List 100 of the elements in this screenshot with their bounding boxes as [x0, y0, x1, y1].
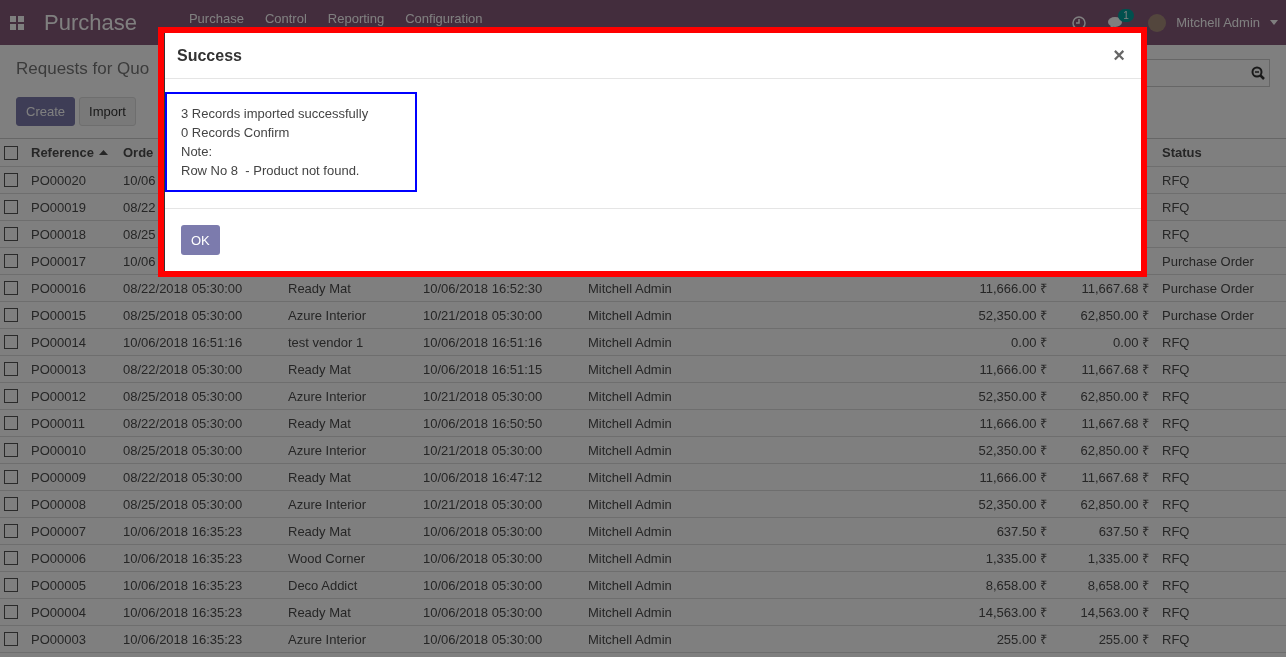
close-button[interactable]: × [1109, 44, 1129, 67]
menu-item[interactable]: Configuration [405, 12, 483, 26]
table-cell-text: 10/06 [122, 172, 157, 188]
table-cell-text: 10/06/2018 16:35:23 [122, 523, 244, 539]
table-cell-text: PO00013 [30, 361, 87, 377]
table-cell-text: PO00018 [30, 226, 87, 242]
row-checkbox[interactable] [4, 389, 18, 403]
select-all-checkbox[interactable] [4, 145, 18, 160]
table-cell-text: 10/21/2018 05:30:00 [422, 388, 544, 404]
menu-item[interactable]: Control [264, 12, 307, 26]
row-checkbox[interactable] [4, 362, 18, 376]
table-cell-text: Mitchell Admin [587, 469, 673, 485]
table-cell-text: 0.00 ₹ [1112, 334, 1150, 351]
table-cell-text: PO00003 [30, 631, 87, 647]
table-cell-text: Wood Corner [287, 550, 367, 566]
table-cell-text: RFQ [1161, 226, 1191, 242]
table-cell-text: Mitchell Admin [587, 280, 673, 296]
message-line: Note: [181, 143, 214, 161]
table-cell-text: 10/06/2018 16:51:16 [122, 334, 244, 350]
table-cell-text: RFQ [1161, 469, 1191, 485]
row-checkbox[interactable] [4, 443, 18, 457]
avatar [1148, 13, 1167, 32]
row-checkbox[interactable] [4, 524, 18, 538]
table-cell-text: Mitchell Admin [587, 388, 673, 404]
message-count-badge: 1 [1118, 8, 1134, 22]
app-title: Purchase [44, 9, 137, 36]
table-cell-text: RFQ [1161, 631, 1191, 647]
table-cell-text: Mitchell Admin [587, 442, 673, 458]
table-cell-text: PO00016 [30, 280, 87, 296]
row-checkbox[interactable] [4, 416, 18, 430]
sort-ascending-icon [98, 150, 108, 155]
clock-icon[interactable] [1072, 15, 1087, 30]
table-cell-text: 8,658.00 ₹ [984, 577, 1048, 594]
row-checkbox[interactable] [4, 173, 18, 187]
import-button[interactable]: Import [79, 97, 136, 126]
table-cell-text: RFQ [1161, 334, 1191, 350]
table-cell-text: 52,350.00 ₹ [977, 388, 1048, 405]
row-checkbox[interactable] [4, 551, 18, 565]
table-cell-text: 637.50 ₹ [1097, 523, 1150, 540]
table-cell-text: PO00014 [30, 334, 87, 350]
table-cell-text: 10/21/2018 05:30:00 [422, 496, 544, 512]
menu-item[interactable]: Reporting [327, 12, 385, 26]
table-cell-text: 10/21/2018 05:30:00 [422, 442, 544, 458]
chat-icon[interactable] [1108, 15, 1123, 30]
search-icon[interactable] [1251, 66, 1265, 80]
table-cell-text: 10/06/2018 16:52:30 [422, 280, 544, 296]
row-checkbox[interactable] [4, 605, 18, 619]
table-cell-text: RFQ [1161, 172, 1191, 188]
column-header[interactable]: Orde [118, 145, 159, 160]
apps-grid-icon[interactable] [10, 15, 24, 30]
table-cell-text: 62,850.00 ₹ [1079, 442, 1150, 459]
create-button[interactable]: Create [16, 97, 76, 126]
table-cell-text: PO00019 [30, 199, 87, 215]
table-cell-text: 10/06/2018 16:35:23 [122, 604, 244, 620]
table-cell-text: PO00015 [30, 307, 87, 323]
table-cell-text: Azure Interior [287, 631, 368, 647]
table-cell-text: Mitchell Admin [587, 550, 673, 566]
table-cell-text: Ready Mat [287, 361, 352, 377]
table-cell-text: PO00007 [30, 523, 87, 539]
table-cell-text: RFQ [1161, 577, 1191, 593]
column-header[interactable]: Reference [26, 145, 113, 160]
table-cell-text: RFQ [1161, 496, 1191, 512]
row-checkbox[interactable] [4, 578, 18, 592]
table-cell-text: 08/22/2018 05:30:00 [122, 280, 244, 296]
table-cell-text: 08/25/2018 05:30:00 [122, 307, 244, 323]
table-cell-text: Azure Interior [287, 496, 368, 512]
row-checkbox[interactable] [4, 281, 18, 295]
ok-button[interactable]: OK [181, 225, 220, 255]
table-cell-text: 11,667.68 ₹ [1080, 361, 1150, 378]
table-cell-text: Mitchell Admin [587, 334, 673, 350]
table-cell-text: 637.50 ₹ [995, 523, 1048, 540]
table-cell-text: 10/06/2018 16:51:16 [422, 334, 544, 350]
table-cell-text: 10/06/2018 16:50:50 [422, 415, 544, 431]
table-cell-text: 11,666.00 ₹ [978, 361, 1048, 378]
row-checkbox[interactable] [4, 632, 18, 646]
column-header[interactable]: Status [1157, 145, 1207, 160]
row-checkbox[interactable] [4, 308, 18, 322]
page-title: Requests for Quo [16, 59, 150, 80]
row-checkbox[interactable] [4, 497, 18, 511]
row-checkbox[interactable] [4, 335, 18, 349]
row-checkbox[interactable] [4, 200, 18, 214]
table-cell-text: Mitchell Admin [587, 577, 673, 593]
table-cell-text: 08/22/2018 05:30:00 [122, 469, 244, 485]
table-cell-text: 10/06 [122, 253, 157, 269]
table-cell-text: 1,335.00 ₹ [984, 550, 1048, 567]
table-cell-text: 10/06/2018 16:35:23 [122, 631, 244, 647]
row-checkbox[interactable] [4, 254, 18, 268]
row-checkbox[interactable] [4, 470, 18, 484]
table-cell-text: Mitchell Admin [587, 523, 673, 539]
table-cell-text: 255.00 ₹ [1097, 631, 1150, 648]
row-checkbox[interactable] [4, 227, 18, 241]
table-cell-text: 62,850.00 ₹ [1079, 307, 1150, 324]
table-cell-text: Mitchell Admin [587, 604, 673, 620]
menu-item[interactable]: Purchase [188, 12, 244, 26]
user-menu[interactable]: Mitchell Admin [1176, 15, 1260, 30]
table-cell-text: 52,350.00 ₹ [977, 442, 1048, 459]
table-cell-text: PO00012 [30, 388, 87, 404]
table-cell-text: 08/22/2018 05:30:00 [122, 361, 244, 377]
table-cell-text: Purchase Order [1161, 253, 1255, 269]
table-cell-text: PO00010 [30, 442, 87, 458]
